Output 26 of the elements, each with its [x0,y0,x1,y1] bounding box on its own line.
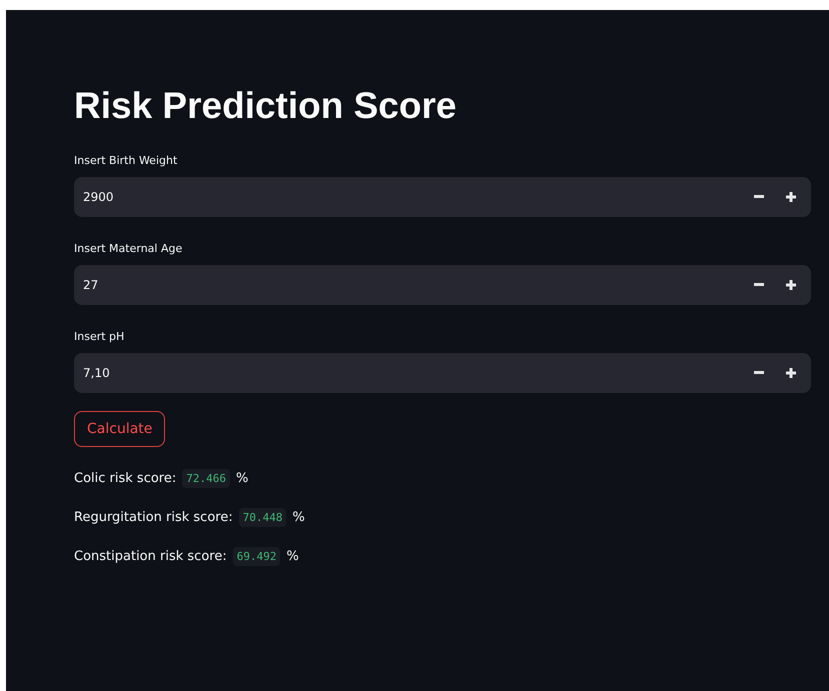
result-value: 70.448 [238,508,286,527]
calculate-button[interactable]: Calculate [74,410,166,447]
plus-icon [786,368,796,378]
number-input[interactable]: 7,10 [74,352,811,393]
plus-icon [786,280,796,290]
result-label: Regurgitation risk score: [74,510,233,525]
minus-icon [754,283,764,286]
minus-icon [754,371,764,374]
input-value[interactable]: 2900 [83,190,743,204]
field-label: Insert Birth Weight [74,154,178,167]
unit-text: % [286,548,299,564]
result-label: Constipation risk score: [74,548,227,564]
unit-text: % [236,470,248,486]
input-value[interactable]: 7,10 [83,366,743,380]
result-value: 72.466 [182,468,230,488]
number-input[interactable]: 2900 [74,176,811,217]
field-label: Insert pH [74,330,124,343]
number-input[interactable]: 27 [74,264,811,305]
result-value: 69.492 [232,546,280,566]
plus-icon [786,192,796,202]
minus-icon [754,195,764,198]
field-label: Insert Maternal Age [74,242,182,255]
input-value[interactable]: 27 [83,278,743,292]
result-label: Colic risk score: [74,470,176,486]
unit-text: % [292,510,305,525]
page-title: Risk Prediction Score [74,86,456,127]
